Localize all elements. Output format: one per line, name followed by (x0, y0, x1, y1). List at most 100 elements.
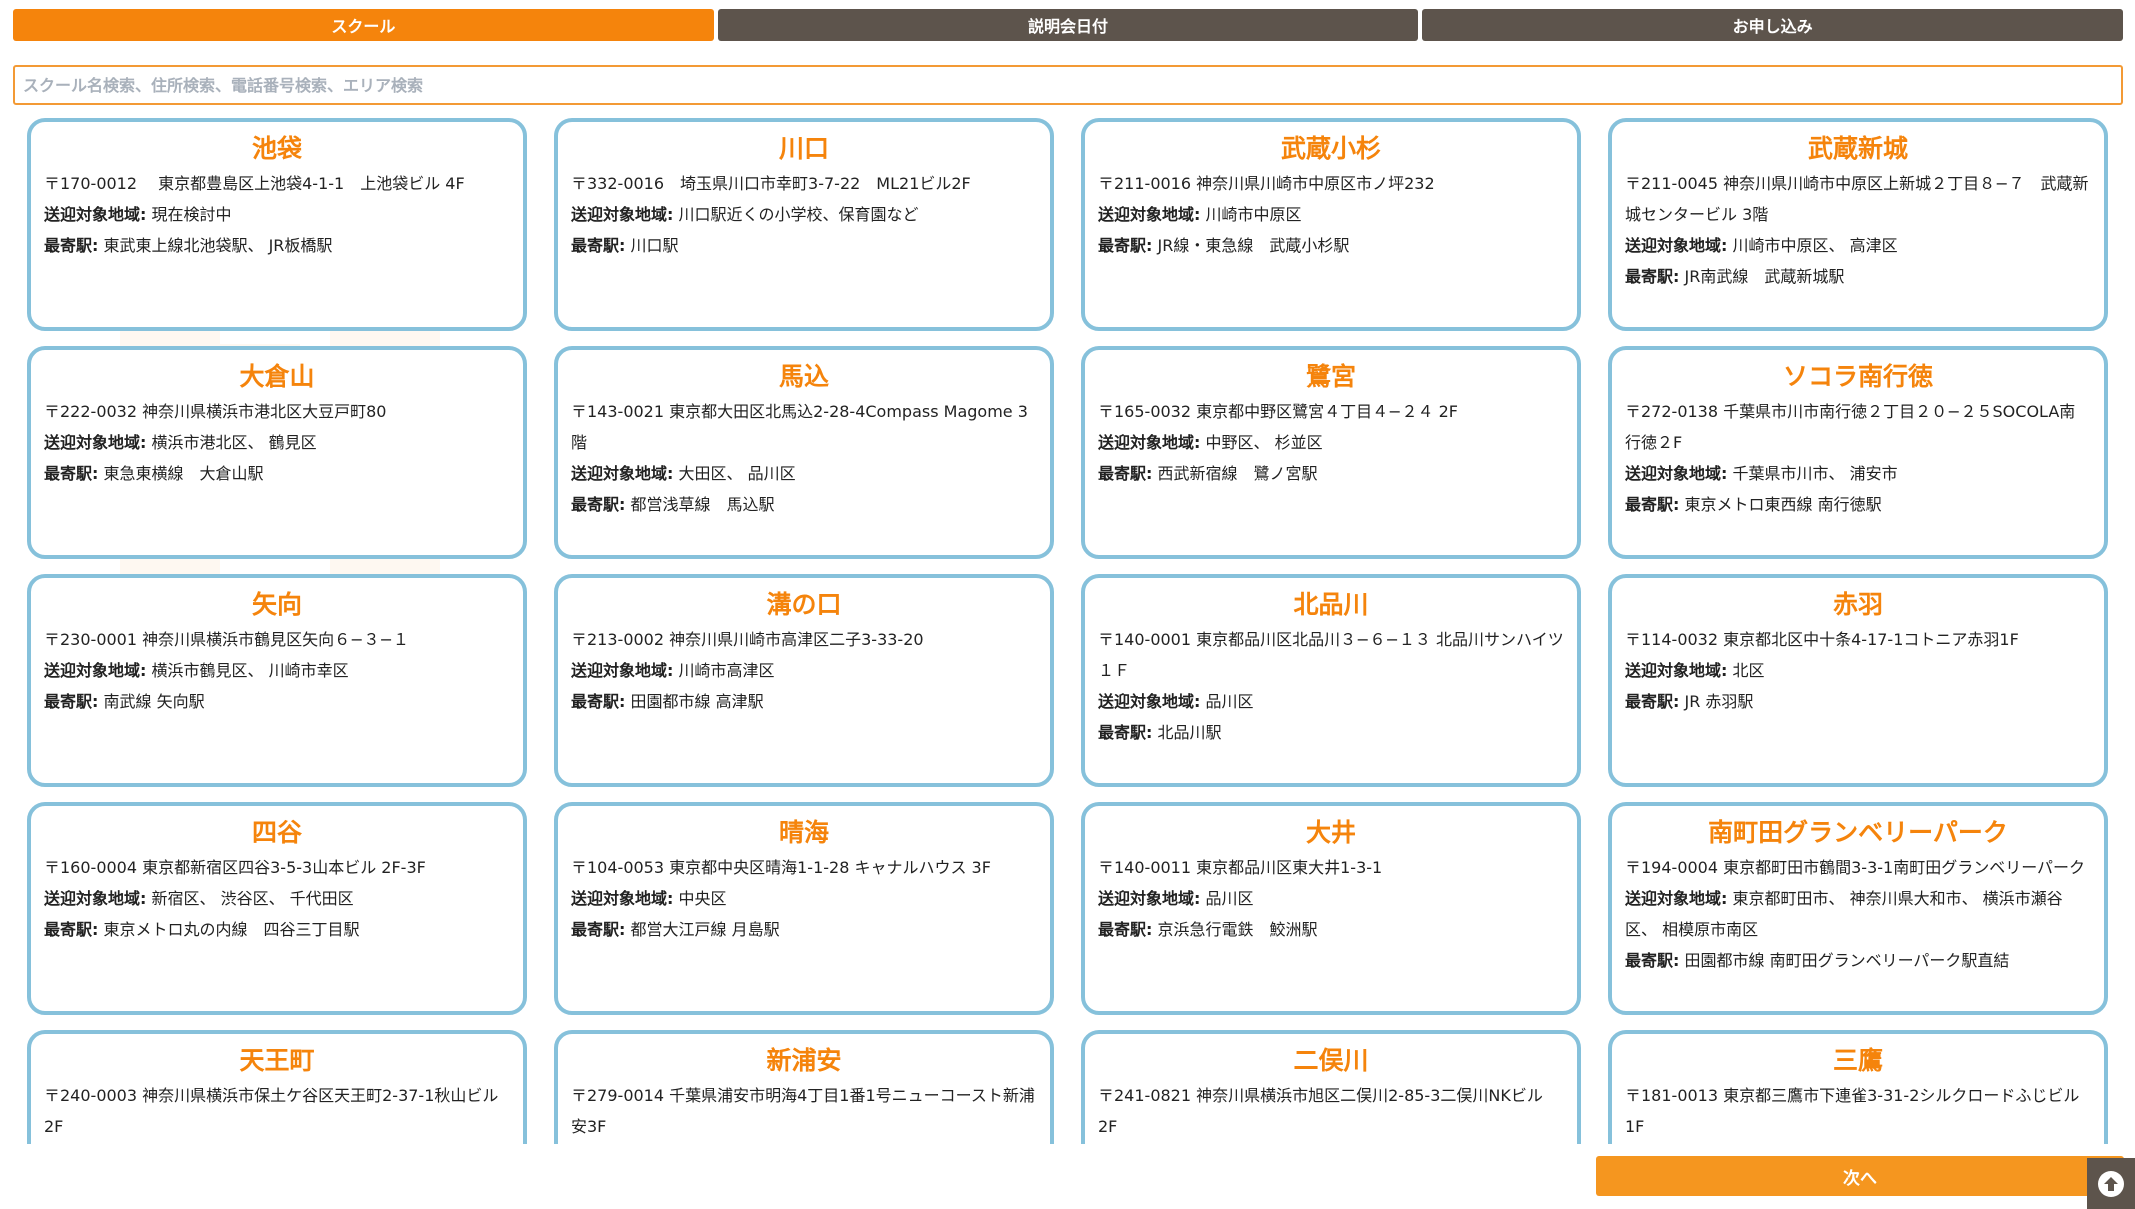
school-card[interactable]: 北品川 〒140-0001 東京都品川区北品川３−６−１３ 北品川サンハイツ１Ｆ 送… (1081, 574, 1581, 787)
area-label: 送迎対象地域: (571, 464, 674, 483)
school-card[interactable]: 大倉山 〒222-0032 神奈川県横浜市港北区大豆戸町80 送迎対象地域: 横浜市… (27, 346, 527, 559)
school-card[interactable]: 大井 〒140-0011 東京都品川区東大井1-3-1 送迎対象地域: 品川区 最寄駅… (1081, 802, 1581, 1015)
school-station: JR南武線 武蔵新城駅 (1684, 267, 1845, 286)
school-area-row: 送迎対象地域: 中野区、 杉並区 (1098, 427, 1564, 458)
school-address: 〒140-0011 東京都品川区東大井1-3-1 (1098, 858, 1383, 877)
school-station: 北品川駅 (1157, 723, 1222, 742)
school-station: 都営浅草線 馬込駅 (630, 495, 775, 514)
school-name: 新浦安 (766, 1046, 842, 1075)
school-name: 晴海 (778, 818, 829, 847)
school-name: 武蔵新城 (1807, 134, 1908, 163)
school-card[interactable]: 馬込〒143-0021 東京都大田区北馬込2-28-4Compass Magom… (554, 346, 1054, 559)
search-input[interactable] (15, 67, 2121, 103)
school-list-viewport[interactable]: 池袋 〒170-0012 東京都豊島区上池袋4-1-1 上池袋ビル 4F 送迎対象地… (0, 114, 2135, 1144)
area-label: 送迎対象地域: (1625, 464, 1728, 483)
station-label: 最寄駅: (1625, 495, 1680, 514)
school-card[interactable]: 晴海〒104-0053 東京都中央区晴海1-1-28 キャナルハウス 3F 送迎対… (554, 802, 1054, 1015)
school-area-row: 送迎対象地域: 品川区 (1098, 686, 1564, 717)
school-card[interactable]: ソコラ南行徳 〒272-0138 千葉県市川市南行徳２丁目２０−２５SOCOLA南… (1608, 346, 2108, 559)
school-address: 〒213-0002 神奈川県川崎市高津区二子3-33-20 (571, 630, 924, 649)
school-station-row: 最寄駅: 田園都市線 南町田グランベリーパーク駅直結 (1625, 945, 2091, 976)
arrow-up-circle-icon (2098, 1170, 2124, 1197)
tab-school[interactable]: スクール (13, 9, 714, 41)
station-label: 最寄駅: (1098, 236, 1153, 255)
school-area-row: 送迎対象地域: (571, 1142, 1037, 1144)
scroll-top-button[interactable] (2087, 1158, 2135, 1209)
school-area: 川口駅近くの小学校、保育園など (678, 205, 919, 224)
school-name: 北品川 (1293, 590, 1369, 619)
school-station: 田園都市線 南町田グランベリーパーク駅直結 (1684, 951, 2010, 970)
school-name: 三鷹 (1832, 1046, 1883, 1075)
school-area-row: 送迎対象地域: 川口駅近くの小学校、保育園など (571, 199, 1037, 230)
school-area: 品川区 (1205, 692, 1254, 711)
school-station-row: 最寄駅: 田園都市線 高津駅 (571, 686, 1037, 717)
school-card[interactable]: 川口 〒332-0016 埼玉県川口市幸町3-7-22 ML21ビル2F 送迎対象地… (554, 118, 1054, 331)
station-label: 最寄駅: (571, 236, 626, 255)
school-name: 天王町 (239, 1046, 315, 1075)
school-area-row: 送迎対象地域: 川崎市中原区、 高津区 (1625, 230, 2091, 261)
school-card[interactable]: 新浦安 〒279-0014 千葉県浦安市明海4丁目1番1号ニューコースト新浦安3F… (554, 1030, 1054, 1144)
area-label: 送迎対象地域: (571, 889, 674, 908)
school-card[interactable]: 四谷 〒160-0004 東京都新宿区四谷3-5-3山本ビル 2F-3F 送迎対象地… (27, 802, 527, 1015)
school-area: 大田区、 品川区 (678, 464, 796, 483)
school-address: 〒143-0021 東京都大田区北馬込2-28-4Compass Magome … (571, 402, 1028, 452)
school-address: 〒165-0032 東京都中野区鷺宮４丁目４−２４ 2F (1098, 402, 1458, 421)
tab-application[interactable]: お申し込み (1422, 9, 2124, 41)
school-name: 武蔵小杉 (1280, 134, 1381, 163)
school-card[interactable]: 二俣川 〒241-0821 神奈川県横浜市旭区二俣川2-85-3二俣川NKビル 2… (1081, 1030, 1581, 1144)
school-station-row: 最寄駅: 東京メトロ東西線 南行徳駅 (1625, 489, 2091, 520)
school-station-row: 最寄駅: 東京メトロ丸の内線 四谷三丁目駅 (44, 914, 510, 945)
school-card[interactable]: 池袋 〒170-0012 東京都豊島区上池袋4-1-1 上池袋ビル 4F 送迎対象地… (27, 118, 527, 331)
school-address: 〒104-0053 東京都中央区晴海1-1-28 キャナルハウス 3F (571, 858, 991, 877)
school-name: 馬込 (778, 362, 829, 391)
area-label: 送迎対象地域: (1098, 692, 1201, 711)
school-address: 〒272-0138 千葉県市川市南行徳２丁目２０−２５SOCOLA南行徳２F (1625, 402, 2076, 452)
station-label: 最寄駅: (1098, 920, 1153, 939)
search-box (13, 65, 2123, 105)
area-label: 送迎対象地域: (1098, 205, 1201, 224)
school-station-row: 最寄駅: 川口駅 (571, 230, 1037, 261)
school-station-row: 最寄駅: 都営大江戸線 月島駅 (571, 914, 1037, 945)
school-address: 〒240-0003 神奈川県横浜市保土ケ谷区天王町2-37-1秋山ビル 2F (44, 1086, 499, 1136)
next-button[interactable]: 次へ (1596, 1156, 2124, 1196)
school-station: JR線・東急線 武蔵小杉駅 (1157, 236, 1350, 255)
tab-session-date[interactable]: 説明会日付 (717, 9, 1419, 41)
school-name: 池袋 (251, 134, 302, 163)
school-card[interactable]: 鷺宮 〒165-0032 東京都中野区鷺宮４丁目４−２４ 2F 送迎対象地域: 中野… (1081, 346, 1581, 559)
school-area: 川崎市高津区 (678, 661, 775, 680)
school-station-row: 最寄駅: 京浜急行電鉄 鮫洲駅 (1098, 914, 1564, 945)
school-card[interactable]: 赤羽 〒114-0032 東京都北区中十条4-17-1コトニア赤羽1F 送迎対象地域… (1608, 574, 2108, 787)
school-address: 〒211-0045 神奈川県川崎市中原区上新城２丁目８−７ 武蔵新城センタービル… (1625, 174, 2089, 224)
school-station: 川口駅 (630, 236, 679, 255)
school-card[interactable]: 天王町〒240-0003 神奈川県横浜市保土ケ谷区天王町2-37-1秋山ビル 2… (27, 1030, 527, 1144)
school-station: 南武線 矢向駅 (103, 692, 205, 711)
school-station-row: 最寄駅: JR線・東急線 武蔵小杉駅 (1098, 230, 1564, 261)
station-label: 最寄駅: (1098, 464, 1153, 483)
school-area-row: 送迎対象地域: 横浜市旭区、 泉区 (1098, 1142, 1564, 1144)
school-card[interactable]: 南町田グランベリーパーク 〒194-0004 東京都町田市鶴間3-3-1南町田グラ… (1608, 802, 2108, 1015)
school-area-row: 送迎対象地域: 品川区 (1098, 883, 1564, 914)
area-label: 送迎対象地域: (1098, 889, 1201, 908)
school-name: 矢向 (251, 590, 302, 619)
school-area: 北区 (1732, 661, 1765, 680)
area-label: 送迎対象地域: (1625, 889, 1728, 908)
school-address: 〒230-0001 神奈川県横浜市鶴見区矢向６−３−１ (44, 630, 409, 649)
school-card[interactable]: 三鷹 〒181-0013 東京都三鷹市下連雀3-31-2シルクロードふじビル 1F… (1608, 1030, 2108, 1144)
school-area: 横浜市港北区、 鶴見区 (151, 433, 317, 452)
school-area-row: 送迎対象地域: 大田区、 品川区 (571, 458, 1037, 489)
school-station: 東京メトロ東西線 南行徳駅 (1684, 495, 1882, 514)
area-label: 送迎対象地域: (44, 433, 147, 452)
school-area-row: 送迎対象地域: 横浜市保土ヶ谷区、 西区 (44, 1142, 510, 1144)
school-area: 中央区 (678, 889, 727, 908)
station-label: 最寄駅: (44, 692, 99, 711)
school-card[interactable]: 武蔵新城〒211-0045 神奈川県川崎市中原区上新城２丁目８−７ 武蔵新城セン… (1608, 118, 2108, 331)
school-area: 川崎市中原区 (1205, 205, 1302, 224)
school-station: 西武新宿線 鷺ノ宮駅 (1157, 464, 1318, 483)
tab-bar: スクール 説明会日付 お申し込み (13, 9, 2124, 41)
school-area-row: 送迎対象地域: 現在検討中 (44, 199, 510, 230)
school-card[interactable]: 武蔵小杉 〒211-0016 神奈川県川崎市中原区市ノ坪232 送迎対象地域: 川崎… (1081, 118, 1581, 331)
station-label: 最寄駅: (44, 920, 99, 939)
school-card[interactable]: 溝の口 〒213-0002 神奈川県川崎市高津区二子3-33-20 送迎対象地域: … (554, 574, 1054, 787)
school-area-row: 送迎対象地域: 中央区 (571, 883, 1037, 914)
school-card[interactable]: 矢向 〒230-0001 神奈川県横浜市鶴見区矢向６−３−１ 送迎対象地域: 横浜市… (27, 574, 527, 787)
